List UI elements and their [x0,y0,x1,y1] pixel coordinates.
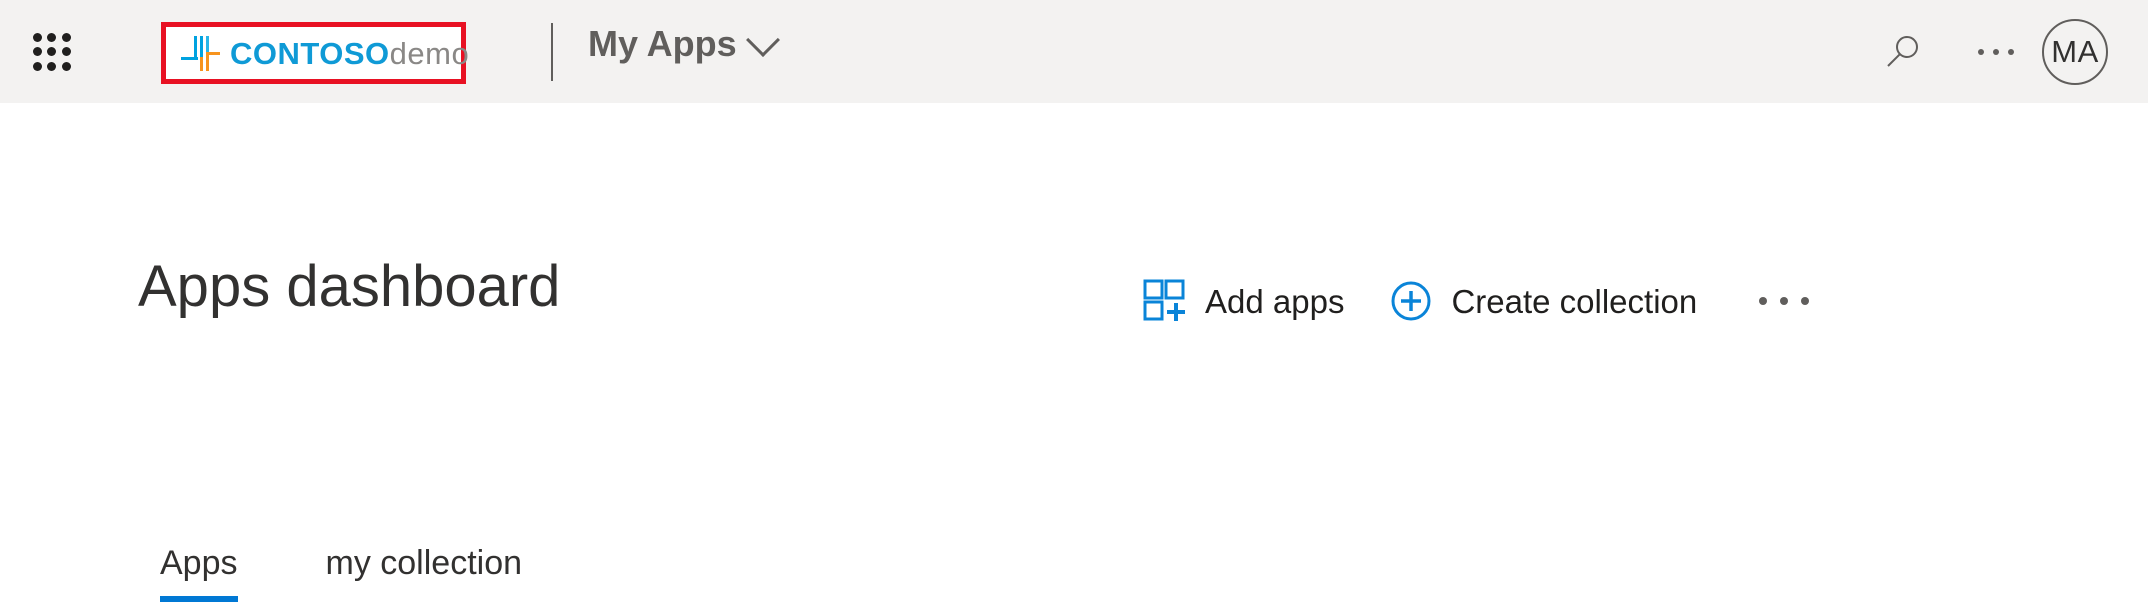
tab-list: Apps my collection [160,546,522,602]
add-apps-grid-plus-icon [1143,279,1185,321]
app-name-label: My Apps [588,23,737,64]
command-bar: Add apps Create collection [1143,273,1815,329]
chevron-down-icon [745,22,780,57]
header-actions: MA [1858,0,2148,103]
waffle-dot [62,47,72,57]
brand-name-light: demo [389,35,470,71]
waffle-dot [32,62,42,72]
tab-apps[interactable]: Apps [160,546,238,602]
create-collection-label: Create collection [1451,282,1698,320]
waffle-dot [62,32,72,42]
waffle-dot [47,32,57,42]
page-body: Apps dashboard Add apps Create collectio… [0,103,2148,602]
circle-plus-icon [1391,281,1431,321]
brand-logo-highlight[interactable]: CONTOSOdemo [161,22,469,84]
tab-my-collection[interactable]: my collection [326,546,523,602]
suite-header: CONTOSOdemo My Apps MA [0,0,2148,103]
brand-name: CONTOSOdemo [230,38,469,69]
contoso-logo-mark-icon [178,31,222,75]
waffle-dot [47,62,57,72]
app-launcher-waffle-icon[interactable] [30,30,74,74]
command-bar-more-button[interactable] [1753,287,1815,315]
tab-apps-label: Apps [160,544,238,582]
app-name-menu[interactable]: My Apps [588,22,780,64]
add-apps-label: Add apps [1205,282,1345,320]
search-button[interactable] [1858,0,1950,103]
search-icon [1887,35,1918,67]
tab-my-collection-label: my collection [325,544,523,582]
avatar-initials: MA [2051,34,2099,69]
more-ellipsis-icon [1978,48,2014,55]
waffle-dot [62,62,72,72]
header-divider [551,23,553,81]
waffle-dot [32,47,42,57]
create-collection-button[interactable]: Create collection [1389,273,1697,329]
header-more-button[interactable] [1950,0,2042,103]
avatar[interactable]: MA [2042,18,2108,85]
waffle-dot [32,32,42,42]
waffle-dot [47,47,57,57]
page-title: Apps dashboard [138,254,561,319]
add-apps-button[interactable]: Add apps [1143,273,1344,329]
brand-name-strong: CONTOSO [230,35,390,71]
